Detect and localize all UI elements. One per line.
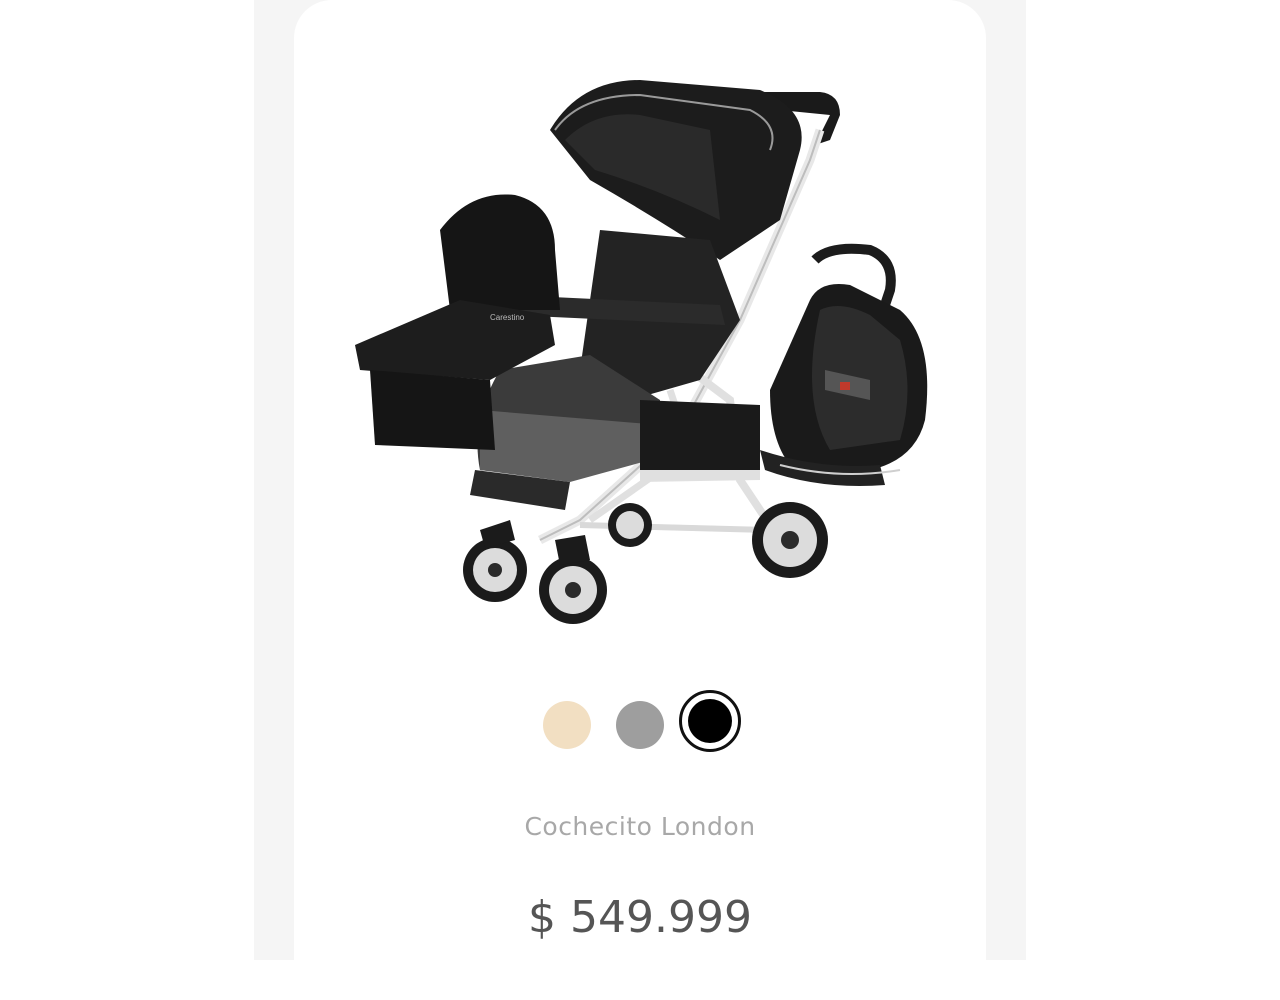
color-swatches [540, 690, 750, 756]
brand-label-bassinet: Carestino [490, 313, 525, 322]
product-name[interactable]: Cochecito London [294, 812, 986, 841]
wheel-front-right [539, 556, 607, 624]
color-swatch-beige[interactable] [543, 701, 591, 749]
wheel-front-left [463, 538, 527, 602]
color-swatch-black-selected[interactable] [679, 690, 741, 752]
product-price: $ 549.999 [528, 892, 752, 943]
product-image[interactable]: Carestino [340, 70, 940, 640]
wheel-rear-left [608, 503, 652, 547]
color-swatch-black-fill [688, 699, 732, 743]
color-swatch-gray[interactable] [616, 701, 664, 749]
wheel-rear-right [752, 502, 828, 578]
